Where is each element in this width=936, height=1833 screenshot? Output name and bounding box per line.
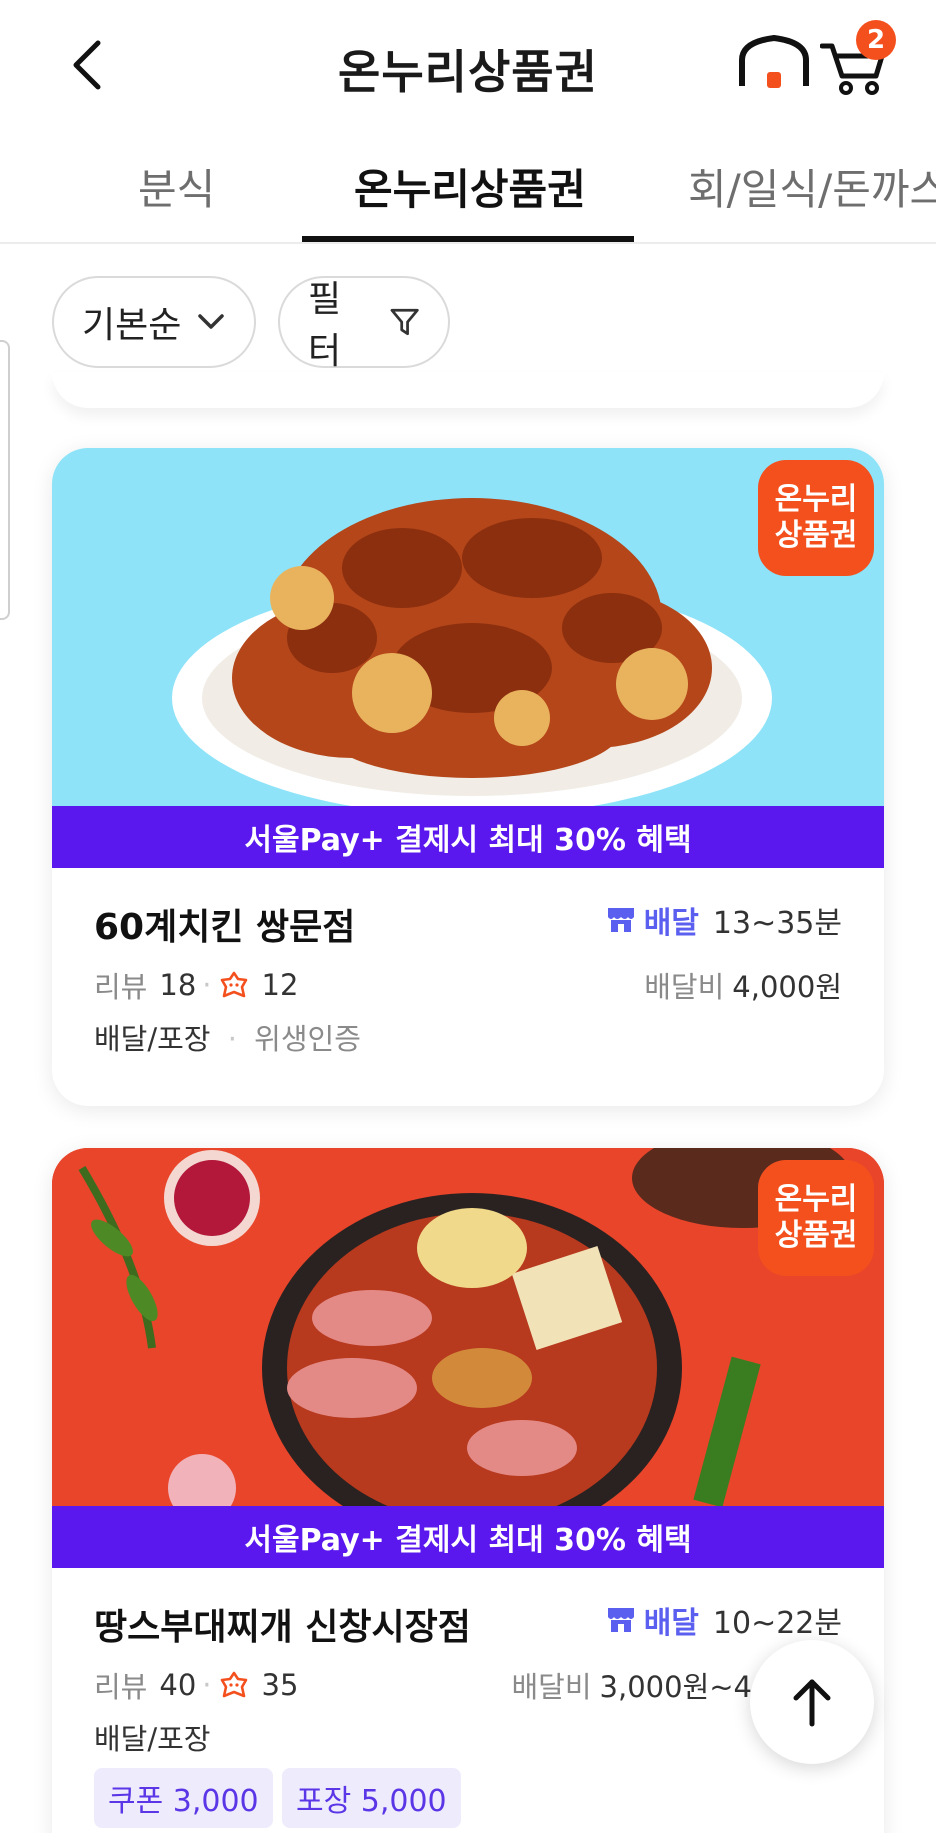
separator-dot: ·	[202, 1668, 212, 1702]
delivery-time: 10~22분	[712, 1606, 842, 1641]
arrow-up-icon	[793, 1679, 831, 1727]
sort-label: 기본순	[82, 305, 182, 346]
fee-label: 배달비	[511, 1670, 592, 1704]
takeout-discount-tag: 포장 5,000	[282, 1768, 461, 1828]
badge-line1: 온누리	[774, 482, 858, 517]
store-card[interactable]: 온누리 상품권 서울Pay+ 결제시 최대 30% 혜택 60계치킨 쌍문점 배…	[52, 448, 884, 1106]
hygiene-cert: 위생인증	[254, 1022, 361, 1056]
order-methods: 배달/포장 · 위생인증	[94, 1016, 361, 1058]
owner-comment-icon	[220, 971, 247, 998]
review-count: 40	[159, 1668, 197, 1702]
onnuri-badge: 온누리 상품권	[758, 1160, 874, 1276]
delivery-fee: 배달비 4,000원	[644, 964, 842, 1006]
review-count: 18	[159, 968, 197, 1002]
owner-comment-count: 12	[261, 968, 299, 1002]
tab-onnuri[interactable]: 온누리상품권	[354, 156, 586, 217]
fee-value: 4,000원	[732, 970, 842, 1004]
store-name: 60계치킨 쌍문점	[94, 907, 356, 948]
store-image: 온누리 상품권	[52, 448, 884, 806]
store-awning-icon	[607, 1608, 634, 1632]
order-methods: 배달/포장	[94, 1716, 211, 1758]
home-icon	[739, 35, 809, 88]
review-info: 리뷰 18 · 12	[94, 964, 298, 1006]
tab-sashimi[interactable]: 회/일식/돈까스	[688, 156, 936, 217]
badge-line2: 상품권	[774, 518, 858, 553]
separator-dot: ·	[202, 968, 212, 1002]
badge-line2: 상품권	[774, 1218, 858, 1253]
previous-card-edge	[52, 372, 884, 408]
delivery-label: 배달	[643, 1606, 699, 1641]
delivery-label: 배달	[643, 906, 699, 941]
store-image: 온누리 상품권	[52, 1148, 884, 1506]
fee-value: 3,000원~4	[599, 1670, 752, 1704]
review-info: 리뷰 40 · 35	[94, 1664, 298, 1706]
order-method: 배달/포장	[94, 1722, 211, 1756]
review-label: 리뷰	[94, 1670, 148, 1704]
side-panel-edge[interactable]	[0, 340, 10, 620]
sort-dropdown[interactable]: 기본순	[52, 276, 256, 368]
filter-funnel-icon	[390, 308, 419, 336]
app-header: 온누리상품권 2	[0, 0, 936, 130]
separator-dot: ·	[227, 1022, 237, 1056]
review-label: 리뷰	[94, 970, 148, 1004]
badge-line1: 온누리	[774, 1182, 858, 1217]
store-name: 땅스부대찌개 신창시장점	[94, 1607, 471, 1648]
delivery-time: 13~35분	[712, 906, 842, 941]
promo-banner: 서울Pay+ 결제시 최대 30% 혜택	[52, 1506, 884, 1568]
scroll-to-top-button[interactable]	[750, 1640, 874, 1764]
category-tabs: 분식 온누리상품권 회/일식/돈까스	[0, 130, 936, 244]
owner-comment-count: 35	[261, 1668, 299, 1702]
delivery-info: 배달 10~22분	[606, 1598, 842, 1642]
chevron-down-icon	[198, 314, 225, 329]
fee-label: 배달비	[644, 970, 725, 1004]
home-button[interactable]	[736, 34, 830, 94]
owner-comment-icon	[220, 1671, 247, 1698]
delivery-info: 배달 13~35분	[606, 898, 842, 942]
active-tab-indicator	[302, 236, 634, 242]
promo-banner: 서울Pay+ 결제시 최대 30% 혜택	[52, 806, 884, 868]
filter-button[interactable]: 필터	[278, 276, 450, 372]
coupon-tag: 쿠폰 3,000	[94, 1768, 273, 1828]
store-awning-icon	[607, 908, 634, 932]
filter-label: 필터	[308, 279, 342, 372]
onnuri-badge: 온누리 상품권	[758, 460, 874, 576]
cart-count-badge: 2	[856, 20, 896, 60]
delivery-fee: 배달비 3,000원~4	[512, 1664, 753, 1706]
order-method: 배달/포장	[94, 1022, 211, 1056]
tab-bunsik[interactable]: 분식	[138, 156, 215, 217]
